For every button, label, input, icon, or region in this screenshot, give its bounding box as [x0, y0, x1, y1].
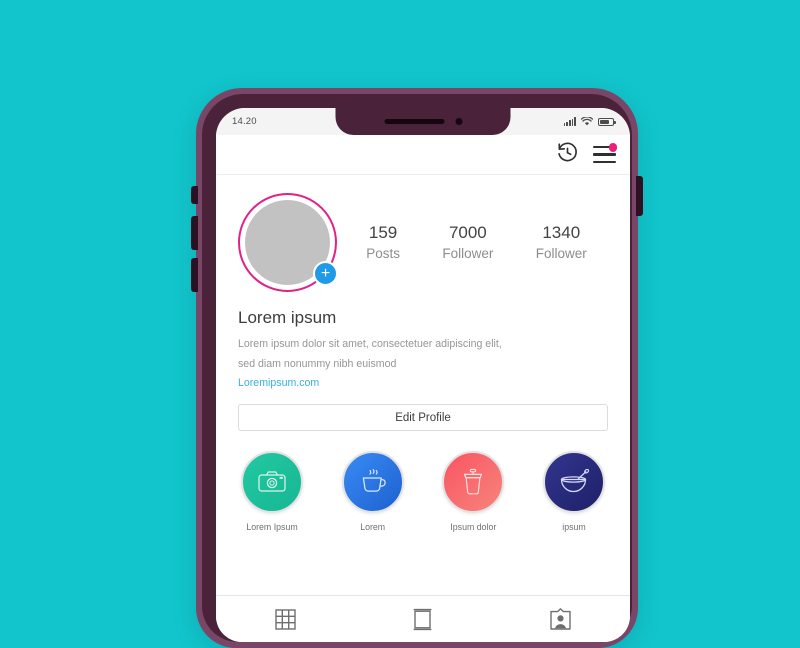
- app-header: [216, 135, 630, 175]
- profile-stats: 159 Posts 7000 Follower 1340 Follower: [337, 222, 608, 263]
- grid-icon: [275, 608, 296, 630]
- front-camera-icon: [455, 118, 462, 125]
- togo-cup-icon: [464, 469, 483, 495]
- highlight-label: ipsum: [562, 522, 586, 533]
- history-clock-icon[interactable]: [556, 141, 579, 169]
- highlight-item[interactable]: Ipsum dolor: [439, 451, 507, 532]
- highlight-item[interactable]: Lorem: [339, 451, 407, 532]
- highlight-item[interactable]: ipsum: [540, 451, 608, 532]
- nav-tagged[interactable]: [550, 608, 571, 630]
- bio-line: Lorem ipsum dolor sit amet, consectetuer…: [238, 338, 502, 350]
- highlight-label: Lorem Ipsum: [246, 522, 298, 533]
- portrait-feed-icon: [414, 608, 432, 630]
- coffee-cup-icon: [362, 469, 386, 492]
- menu-line: [593, 153, 616, 156]
- profile-bio: Lorem ipsum Lorem ipsum dolor sit amet, …: [216, 292, 630, 389]
- highlight-label: Ipsum dolor: [450, 522, 497, 533]
- wifi-icon: [581, 117, 593, 126]
- phone-notch: [335, 108, 511, 135]
- volume-up-button[interactable]: [191, 216, 198, 250]
- status-time: 14.20: [232, 116, 257, 127]
- nav-list[interactable]: [413, 608, 432, 631]
- stat-posts[interactable]: 159 Posts: [366, 222, 400, 263]
- highlight-label: Lorem: [360, 522, 386, 533]
- signal-icon: [563, 117, 576, 126]
- highlight-circle-camera[interactable]: [241, 451, 303, 514]
- avatar-wrapper[interactable]: +: [238, 193, 338, 292]
- camera-icon: [258, 471, 286, 492]
- bowl-spoon-icon: [560, 469, 590, 493]
- edit-profile-button[interactable]: Edit Profile: [238, 404, 608, 432]
- highlight-circle-coffee[interactable]: [341, 451, 404, 514]
- story-highlights: Lorem Ipsum Lorem Ipsum dolor ipsum: [216, 431, 630, 532]
- profile-name: Lorem ipsum: [238, 308, 337, 327]
- highlight-circle-bowl[interactable]: [542, 451, 605, 514]
- highlight-item[interactable]: Lorem Ipsum: [238, 451, 306, 532]
- phone-screen: 14.20 + 159 Posts 7000 Follower 1340 Fol…: [216, 108, 630, 642]
- stat-label: Follower: [535, 245, 587, 261]
- nav-grid[interactable]: [275, 608, 296, 630]
- profile-link[interactable]: Loremipsum.com: [238, 377, 608, 389]
- phone-frame: 14.20 + 159 Posts 7000 Follower 1340 Fol…: [196, 88, 638, 648]
- stat-value: 1340: [542, 222, 581, 242]
- earpiece-speaker: [384, 119, 444, 124]
- stat-label: Posts: [366, 245, 400, 261]
- silent-switch[interactable]: [191, 186, 198, 204]
- bio-line: sed diam nonummy nibh euismod: [238, 357, 397, 370]
- volume-down-button[interactable]: [191, 258, 198, 292]
- menu-icon[interactable]: [593, 143, 617, 163]
- tagged-person-icon: [550, 608, 571, 630]
- add-story-button[interactable]: +: [313, 261, 338, 286]
- phone-bezel: 14.20 + 159 Posts 7000 Follower 1340 Fol…: [202, 94, 632, 642]
- highlight-circle-drink[interactable]: [442, 451, 505, 514]
- profile-header: + 159 Posts 7000 Follower 1340 Follower: [216, 175, 630, 292]
- stat-followers[interactable]: 7000 Follower: [442, 222, 493, 263]
- menu-line: [593, 160, 616, 163]
- stat-following[interactable]: 1340 Follower: [536, 222, 587, 263]
- stat-value: 7000: [448, 222, 487, 242]
- stat-value: 159: [368, 222, 398, 242]
- menu-notification-badge: [608, 143, 617, 152]
- stat-label: Follower: [442, 245, 494, 261]
- battery-icon: [598, 117, 616, 126]
- bottom-nav: [216, 595, 630, 642]
- power-button[interactable]: [636, 176, 643, 216]
- status-icons: [563, 117, 616, 126]
